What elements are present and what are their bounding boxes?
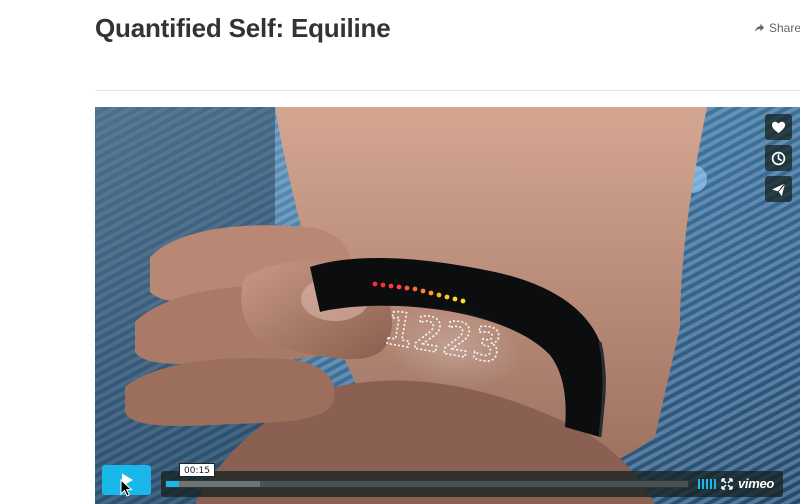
share-arrow-icon: [754, 23, 765, 32]
mouse-cursor-icon: [120, 479, 133, 497]
fullscreen-icon[interactable]: [721, 478, 733, 490]
vimeo-logo[interactable]: vimeo: [738, 476, 774, 491]
video-player[interactable]: 1223 vimeo 00:15: [95, 107, 800, 504]
clock-icon: [771, 151, 786, 165]
paper-plane-icon: [771, 182, 786, 196]
progress-played: [166, 481, 180, 487]
control-bar: vimeo: [161, 471, 783, 497]
progress-bar[interactable]: [165, 480, 689, 488]
header-divider: [95, 90, 800, 91]
like-button[interactable]: [765, 114, 792, 140]
timecode-tooltip: 00:15: [179, 463, 215, 477]
share-link[interactable]: Share: [754, 21, 800, 35]
video-frame: 1223: [95, 107, 800, 504]
heart-icon: [771, 121, 786, 133]
page-title: Quantified Self: Equiline: [95, 13, 391, 43]
share-label: Share: [769, 21, 800, 35]
volume-icon[interactable]: [698, 479, 716, 489]
share-button[interactable]: [765, 176, 792, 202]
progress-loaded: [166, 481, 260, 487]
watch-later-button[interactable]: [765, 145, 792, 171]
